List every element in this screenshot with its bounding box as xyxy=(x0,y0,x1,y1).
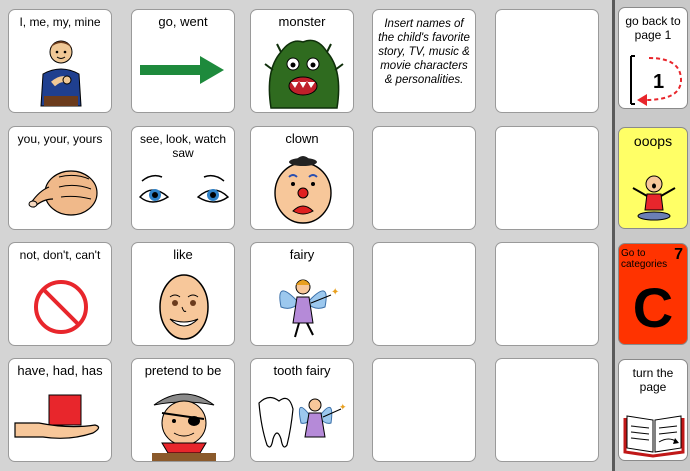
cell-label: have, had, has xyxy=(17,363,103,378)
pirate-face-icon xyxy=(152,393,216,461)
go-back-to-page-1-button[interactable]: go back to page 1 1 xyxy=(618,7,688,109)
smiling-face-icon xyxy=(159,274,209,340)
go-to-categories-button[interactable]: Go to categories 7 C xyxy=(618,243,688,345)
cell-clown[interactable]: clown xyxy=(250,126,354,230)
button-label: Go to categories xyxy=(621,248,668,270)
cell-label: clown xyxy=(285,131,319,146)
green-arrow-right-icon xyxy=(140,56,224,84)
cell-monster[interactable]: monster xyxy=(250,9,354,113)
cell-have-had-has[interactable]: have, had, has xyxy=(8,358,112,462)
fairy-icon: ✦ xyxy=(279,279,339,338)
cell-label: I, me, my, mine xyxy=(19,15,101,29)
svg-text:✦: ✦ xyxy=(339,403,347,413)
button-label: turn the page xyxy=(632,366,674,394)
button-label: go back to page 1 xyxy=(625,14,681,42)
cell-tooth-fairy[interactable]: tooth fairy ✦ xyxy=(250,358,354,462)
communication-board: I, me, my, mine go, went monster Insert … xyxy=(0,0,612,471)
cell-label: fairy xyxy=(289,247,315,262)
instruction-note: Insert names of the child's favorite sto… xyxy=(378,18,470,86)
cell-fairy[interactable]: fairy ✦ xyxy=(250,242,354,346)
cell-label: like xyxy=(173,247,193,262)
cell-go-went[interactable]: go, went xyxy=(131,9,235,113)
button-label: ooops xyxy=(633,133,673,149)
open-book-icon xyxy=(623,415,685,458)
cell-label: not, don't, can't xyxy=(19,248,101,262)
cell-empty[interactable] xyxy=(372,126,476,230)
cell-not-dont-cant[interactable]: not, don't, can't xyxy=(8,242,112,346)
cell-label: tooth fairy xyxy=(273,363,331,378)
pointing-finger-icon xyxy=(28,170,98,216)
cell-empty[interactable] xyxy=(495,242,599,346)
cell-i-me-my-mine[interactable]: I, me, my, mine xyxy=(8,9,112,113)
cell-see-look-watch-saw[interactable]: see, look, watch saw xyxy=(131,126,235,230)
hand-holding-box-icon xyxy=(14,394,100,439)
tooth-fairy-icon: ✦ xyxy=(258,396,347,448)
cell-empty[interactable] xyxy=(495,358,599,462)
categories-number: 7 xyxy=(674,246,683,263)
cell-label: monster xyxy=(278,14,326,29)
pointing-to-self-person-icon xyxy=(40,40,82,107)
sidebar: go back to page 1 1 ooops Go to categori… xyxy=(615,0,690,471)
turn-the-page-button[interactable]: turn the page xyxy=(618,359,688,461)
cell-empty[interactable] xyxy=(372,242,476,346)
ooops-child-icon xyxy=(632,175,676,221)
cell-empty[interactable] xyxy=(372,358,476,462)
categories-letter-icon: C xyxy=(632,276,674,339)
cell-empty[interactable] xyxy=(495,9,599,113)
cell-label: you, your, yours xyxy=(17,132,103,146)
green-monster-icon xyxy=(264,39,344,109)
cell-label: pretend to be xyxy=(144,363,222,378)
cell-you-your-yours[interactable]: you, your, yours xyxy=(8,126,112,230)
cell-label: go, went xyxy=(158,14,208,29)
cell-custom-characters-note[interactable]: Insert names of the child's favorite sto… xyxy=(372,9,476,113)
return-arrow-page-1-icon: 1 xyxy=(630,55,683,106)
eyes-icon xyxy=(139,174,230,203)
clown-face-icon xyxy=(274,156,332,224)
svg-text:✦: ✦ xyxy=(331,287,339,298)
cell-pretend-to-be[interactable]: pretend to be xyxy=(131,358,235,462)
ooops-button[interactable]: ooops xyxy=(618,127,688,229)
page-number-badge: 1 xyxy=(653,71,664,93)
cell-like[interactable]: like xyxy=(131,242,235,346)
cell-empty[interactable] xyxy=(495,126,599,230)
no-symbol-icon xyxy=(34,280,88,334)
